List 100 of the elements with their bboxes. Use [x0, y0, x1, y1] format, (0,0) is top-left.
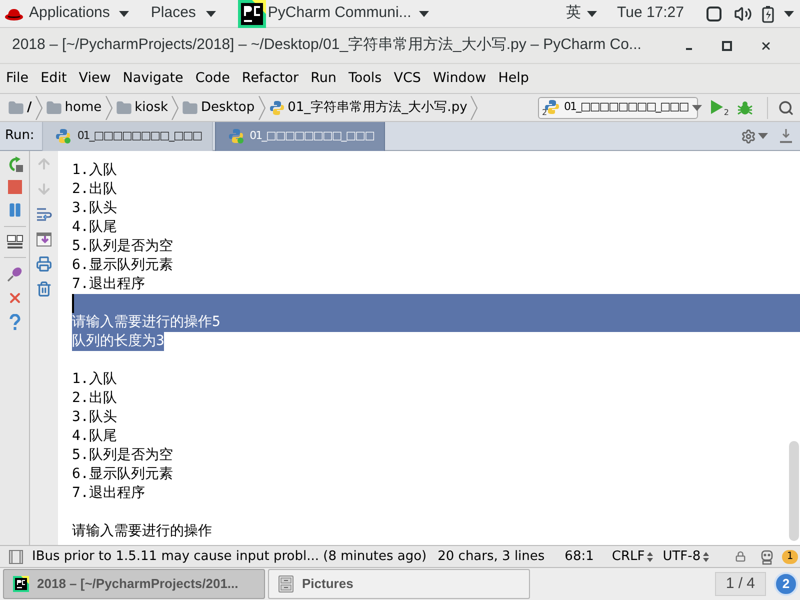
breadcrumb[interactable]: kiosk [116, 96, 168, 120]
console-line: 6.显示队列元素 [72, 256, 173, 275]
pycharm-logo-icon [238, 0, 266, 28]
settings-icon[interactable] [741, 128, 756, 144]
caret-down-icon [587, 10, 597, 16]
menu-item[interactable]: Navigate [116, 66, 190, 90]
caret-down-icon[interactable] [784, 10, 794, 16]
breadcrumb[interactable]: Desktop [182, 96, 255, 120]
up-down-caret-icon[interactable] [646, 552, 653, 562]
chevron-right-icon [171, 96, 180, 120]
menu-item[interactable]: Edit [34, 66, 73, 90]
menu-item[interactable]: View [72, 66, 117, 90]
caret-down-icon [692, 104, 702, 110]
battery-icon[interactable] [762, 4, 774, 22]
console-line: 请输入需要进行的操作5 [72, 313, 220, 332]
menu-item[interactable]: File [0, 66, 35, 90]
rerun-icon[interactable] [6, 156, 22, 172]
menu-item[interactable]: Run [304, 66, 342, 90]
pycharm-logo-icon [13, 576, 29, 592]
encoding-selector[interactable]: UTF-8 [662, 546, 709, 566]
notification-count[interactable]: 2 [774, 572, 798, 596]
layout-icon[interactable] [6, 235, 22, 249]
scroll-to-end-icon[interactable] [36, 231, 52, 247]
file-cabinet-icon [278, 575, 294, 593]
run-icon[interactable] [711, 100, 723, 114]
trash-icon[interactable] [36, 281, 52, 297]
menu-item[interactable]: Tools [342, 66, 388, 90]
folder-icon [182, 100, 198, 116]
up-down-caret-icon[interactable] [702, 552, 709, 562]
folder-icon [8, 100, 24, 116]
stop-icon[interactable] [8, 180, 22, 194]
notification-badge[interactable]: 1 [782, 550, 798, 564]
hide-panel-icon[interactable] [780, 129, 792, 143]
taskbar-button[interactable]: Pictures [268, 569, 530, 599]
python-run-icon [55, 128, 72, 144]
hat-icon[interactable] [5, 6, 23, 20]
clock[interactable]: Tue 17:27 [617, 2, 684, 25]
tool-window-icon[interactable] [9, 550, 23, 564]
search-icon[interactable] [778, 100, 794, 116]
soft-wrap-icon[interactable] [36, 206, 52, 222]
caret-position[interactable]: 68:1 [564, 546, 594, 566]
console-line: 1.入队 [72, 161, 117, 180]
line-separator-selector[interactable]: CRLF [612, 546, 653, 566]
console-line: 2.出队 [72, 389, 117, 408]
lock-icon[interactable] [735, 551, 746, 562]
console-line: 7.退出程序 [72, 275, 145, 294]
app-menu[interactable]: PyCharm Communi... [268, 0, 430, 28]
window-icon[interactable] [706, 6, 722, 22]
window-title: 2018 – [~/PycharmProjects/2018] – ~/Desktop/01_字符串常用方法_大小写.py – PyCharm Co... [12, 35, 642, 56]
bug-icon[interactable] [737, 100, 753, 116]
menu-item[interactable]: Code [189, 66, 236, 90]
run-label: Run: [5, 127, 34, 146]
caret-down-icon [419, 10, 430, 16]
selection-info: 20 chars, 3 lines [438, 548, 545, 566]
caret-down-icon [206, 10, 216, 16]
print-icon[interactable] [36, 256, 52, 272]
menu-item[interactable]: Window [426, 66, 492, 90]
close-icon[interactable] [760, 40, 772, 52]
run-count: 2 [724, 108, 729, 116]
taskbar-button[interactable]: 2018 – [~/PycharmProjects/201... [3, 569, 265, 599]
python-run-icon [228, 128, 244, 144]
folder-icon [46, 100, 62, 116]
chevron-right-icon [258, 96, 266, 120]
status-message[interactable]: IBus prior to 1.5.11 may cause input probl... (8 minutes ago) [32, 546, 427, 566]
menu-item[interactable]: Refactor [236, 66, 305, 90]
applications-menu[interactable]: Applications [29, 0, 129, 28]
scrollbar-thumb[interactable] [789, 441, 799, 541]
workspace-indicator[interactable]: 1 / 4 [714, 572, 766, 596]
console-line: 7.退出程序 [72, 484, 145, 503]
console-line: 2.出队 [72, 180, 117, 199]
menu-item[interactable]: Help [492, 66, 535, 90]
maximize-icon[interactable] [722, 40, 732, 50]
instance-count: 2 [542, 108, 548, 116]
volume-icon[interactable] [734, 4, 752, 22]
menu-item[interactable]: VCS [388, 66, 427, 90]
input-method-indicator[interactable]: 英 [566, 0, 597, 28]
console-line: 4.队尾 [72, 427, 117, 446]
run-tab[interactable]: 01_□□□□□□□□_□□□ [42, 122, 213, 150]
breadcrumb[interactable]: 01_字符串常用方法_大小写.py [268, 96, 468, 120]
console-line: 4.队尾 [72, 218, 117, 237]
caret-down-icon [118, 10, 129, 16]
help-icon[interactable] [8, 314, 20, 330]
python-config-icon [544, 98, 560, 114]
chevron-right-icon [34, 96, 43, 120]
pin-icon[interactable] [6, 266, 22, 282]
pause-icon[interactable] [6, 202, 22, 218]
console-line: 请输入需要进行的操作 [72, 522, 212, 541]
folder-icon [116, 100, 132, 116]
places-menu[interactable]: Places [150, 0, 216, 28]
console-line: 1.入队 [72, 370, 117, 389]
console-line: 5.队列是否为空 [72, 237, 173, 256]
breadcrumb[interactable]: home [46, 96, 102, 120]
console-line: 3.队头 [72, 408, 117, 427]
chevron-right-icon [104, 96, 113, 120]
chevron-right-icon [470, 96, 478, 120]
breadcrumb[interactable]: / [8, 96, 32, 120]
inspector-face-icon[interactable] [760, 548, 774, 564]
console-line: 6.显示队列元素 [72, 465, 173, 484]
python-file-icon [268, 100, 285, 116]
console-line: 3.队头 [72, 199, 117, 218]
